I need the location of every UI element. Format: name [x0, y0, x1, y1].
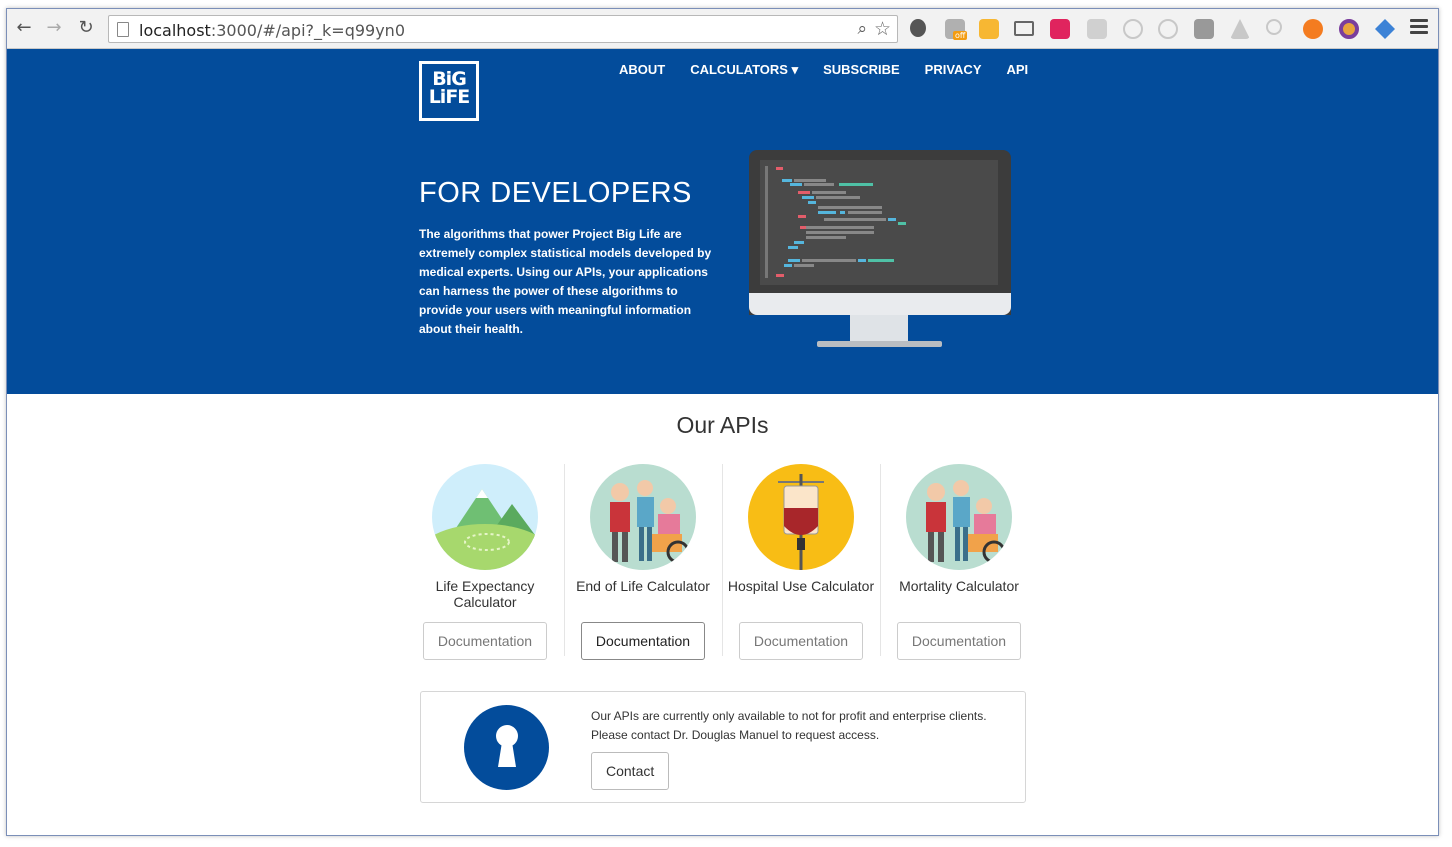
access-notice: Our APIs are currently only available to… — [420, 691, 1026, 803]
documentation-button[interactable]: Documentation — [422, 622, 548, 660]
nav-subscribe[interactable]: SUBSCRIBE — [823, 62, 900, 78]
react-extension-icon[interactable] — [1158, 19, 1178, 39]
back-arrow-icon[interactable]: ← — [13, 17, 35, 39]
browser-toolbar: ← → ↻ localhost:3000/#/api?_k=q99yn0 ⌕ ☆… — [7, 9, 1438, 49]
access-line-1: Our APIs are currently only available to… — [591, 709, 987, 723]
contact-button[interactable]: Contact — [591, 752, 670, 790]
extension-icon[interactable] — [1087, 19, 1107, 39]
address-bar[interactable]: localhost:3000/#/api?_k=q99yn0 ⌕ ☆ — [108, 15, 898, 43]
iv-blood-bag-icon — [748, 464, 854, 570]
api-card-mortality: Mortality Calculator Documentation — [880, 464, 1038, 660]
nav-about[interactable]: ABOUT — [619, 62, 665, 78]
nav-calculators-dropdown[interactable]: CALCULATORS ▾ — [690, 62, 798, 78]
k-extension-icon[interactable] — [979, 19, 999, 39]
nav-api[interactable]: API — [1007, 62, 1029, 78]
drive-extension-icon[interactable] — [1230, 19, 1250, 39]
sync-extension-icon[interactable] — [1123, 19, 1143, 39]
extension-off-icon[interactable]: off — [945, 19, 968, 40]
reload-icon[interactable]: ↻ — [75, 17, 97, 39]
api-card-hospital-use: Hospital Use Calculator Documentation — [722, 464, 880, 660]
browser-menu-icon[interactable] — [1410, 19, 1428, 35]
keyhole-icon — [464, 705, 549, 790]
q-extension-icon[interactable] — [1050, 19, 1070, 39]
monitor-base — [817, 341, 942, 347]
elderly-caregiver-icon — [590, 464, 696, 570]
documentation-button[interactable]: Documentation — [580, 622, 706, 660]
nav-privacy[interactable]: PRIVACY — [925, 62, 982, 78]
code-screen — [760, 160, 998, 285]
api-name: Hospital Use Calculator — [727, 578, 875, 594]
access-line-2: Please contact Dr. Douglas Manuel to req… — [591, 728, 880, 742]
elderly-caregiver-icon — [906, 464, 1012, 570]
puzzle-extension-icon[interactable] — [1375, 19, 1395, 39]
url-text: localhost:3000/#/api?_k=q99yn0 — [139, 21, 405, 40]
monitor-illustration — [749, 150, 1011, 315]
documentation-button[interactable]: Documentation — [738, 622, 864, 660]
api-card-end-of-life: End of Life Calculator Documentation — [564, 464, 722, 660]
top-navigation: ABOUT CALCULATORS ▾ SUBSCRIBE PRIVACY AP… — [619, 62, 1053, 78]
browser-window: ← → ↻ localhost:3000/#/api?_k=q99yn0 ⌕ ☆… — [6, 8, 1439, 836]
landscape-hills-icon — [432, 464, 538, 570]
forward-arrow-icon[interactable]: → — [43, 17, 65, 39]
search-extension-icon[interactable] — [1266, 19, 1282, 35]
bookmark-star-icon[interactable]: ☆ — [874, 18, 891, 40]
api-card-life-expectancy: Life Expectancy Calculator Documentation — [406, 464, 564, 660]
cast-icon[interactable] — [1014, 21, 1034, 36]
api-name: Life Expectancy Calculator — [435, 578, 535, 610]
documentation-button[interactable]: Documentation — [896, 622, 1022, 660]
api-name: Mortality Calculator — [899, 578, 1019, 594]
page-title: FOR DEVELOPERS — [419, 177, 692, 209]
hero-description: The algorithms that power Project Big Li… — [419, 227, 712, 336]
evernote-extension-icon[interactable] — [910, 19, 926, 37]
page-icon — [117, 22, 129, 37]
apis-heading: Our APIs — [676, 412, 769, 438]
api-name: End of Life Calculator — [576, 578, 710, 594]
hero-section: BiG LiFE ABOUT CALCULATORS ▾ SUBSCRIBE PR… — [7, 49, 1438, 394]
firebug-extension-icon[interactable] — [1339, 19, 1359, 39]
note-extension-icon[interactable] — [1194, 19, 1214, 39]
zoom-icon[interactable]: ⌕ — [857, 19, 867, 39]
big-life-logo[interactable]: BiG LiFE — [419, 61, 479, 121]
access-message: Our APIs are currently only available to… — [591, 707, 1011, 745]
monitor-stand — [850, 315, 908, 343]
lifebuoy-extension-icon[interactable] — [1303, 19, 1323, 39]
